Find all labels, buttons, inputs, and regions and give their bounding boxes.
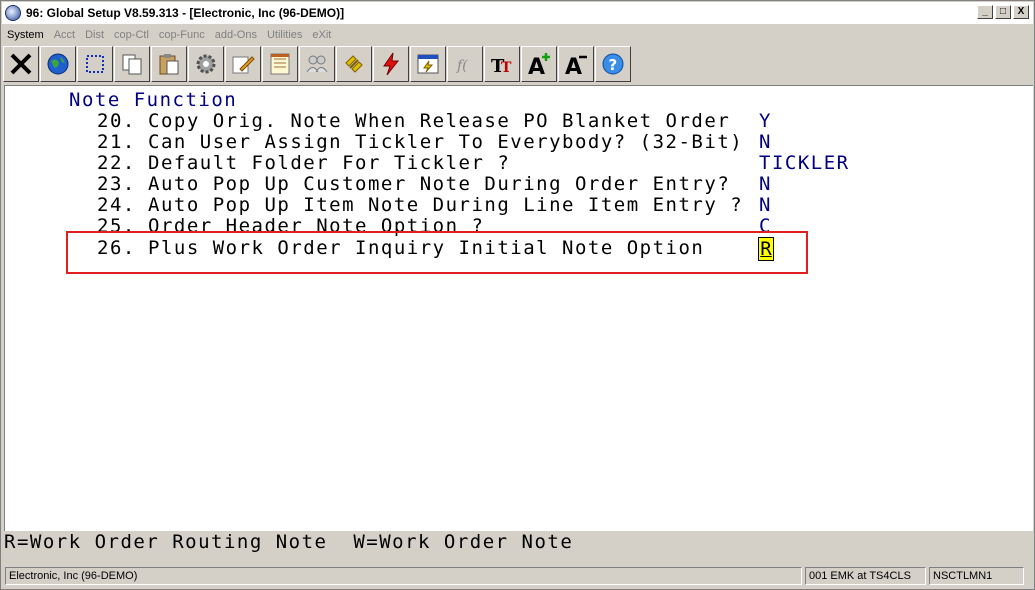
function-tool-button[interactable]: f(	[447, 46, 483, 82]
edit-icon	[232, 56, 255, 74]
option-value[interactable]: N	[759, 195, 772, 216]
close-button[interactable]: X	[1013, 5, 1029, 19]
settings-tool-button[interactable]	[188, 46, 224, 82]
font-increase-icon: A	[528, 53, 550, 77]
toolbar: f( TT A A ?	[3, 46, 631, 82]
menu-system[interactable]: System	[2, 29, 49, 41]
menu-dist[interactable]: Dist	[80, 29, 109, 41]
copy-tool-button[interactable]	[114, 46, 150, 82]
option-label: Can User Assign Tickler To Everybody? (3…	[148, 131, 744, 153]
hint-text: R=Work Order Routing Note W=Work Order N…	[4, 531, 574, 553]
active-input-field[interactable]: R	[758, 237, 774, 261]
status-program: NSCTLMN1	[929, 567, 1024, 585]
close-icon	[10, 53, 32, 75]
menu-add-ons[interactable]: add-Ons	[210, 29, 262, 41]
window-tool-button[interactable]	[410, 46, 446, 82]
status-company: Electronic, Inc (96-DEMO)	[5, 567, 802, 585]
maximize-button[interactable]: □	[995, 5, 1011, 19]
svg-text:A: A	[565, 55, 582, 77]
svg-text:?: ?	[609, 56, 618, 74]
close-tool-button[interactable]	[3, 46, 39, 82]
globe-tool-button[interactable]	[40, 46, 76, 82]
font-icon: TT	[491, 56, 512, 77]
title-bar[interactable]: 96: Global Setup V8.59.313 - [Electronic…	[2, 2, 1033, 24]
option-label: Default Folder For Tickler ?	[148, 152, 511, 174]
svg-text:A: A	[528, 55, 545, 77]
terminal-screen: Note Function 20. Copy Orig. Note When R…	[4, 85, 1033, 531]
users-icon	[306, 55, 328, 73]
notepad-icon	[270, 53, 290, 75]
option-label: Copy Orig. Note When Release PO Blanket …	[148, 110, 731, 132]
font-decrease-tool-button[interactable]: A	[558, 46, 594, 82]
paste-tool-button[interactable]	[151, 46, 187, 82]
menu-cop-ctl[interactable]: cop-Ctl	[109, 29, 154, 41]
status-bar: Electronic, Inc (96-DEMO) 001 EMK at TS4…	[2, 567, 1033, 588]
run-tool-button[interactable]	[373, 46, 409, 82]
option-num: 26.	[97, 237, 136, 259]
edit-tool-button[interactable]	[225, 46, 261, 82]
option-value[interactable]: N	[759, 132, 772, 153]
link-icon	[345, 55, 363, 73]
font-increase-tool-button[interactable]: A	[521, 46, 557, 82]
copy-icon	[122, 54, 142, 75]
help-tool-button[interactable]: ?	[595, 46, 631, 82]
menu-cop-func[interactable]: cop-Func	[154, 29, 210, 41]
svg-text:f(: f(	[456, 58, 468, 74]
status-session: 001 EMK at TS4CLS	[805, 567, 926, 585]
lightning-icon	[383, 52, 400, 76]
menu-bar: System Acct Dist cop-Ctl cop-Func add-On…	[2, 25, 1033, 44]
option-value[interactable]: N	[759, 174, 772, 195]
option-num: 24.	[97, 194, 136, 216]
globe-icon	[47, 53, 69, 75]
hint-bar: R=Work Order Routing Note W=Work Order N…	[2, 531, 1033, 563]
help-icon: ?	[602, 53, 624, 75]
window-title: 96: Global Setup V8.59.313 - [Electronic…	[26, 6, 345, 20]
option-value[interactable]: TICKLER	[759, 153, 850, 174]
link-tool-button[interactable]	[336, 46, 372, 82]
option-num: 20.	[97, 110, 136, 132]
function-icon: f(	[456, 58, 468, 74]
menu-acct[interactable]: Acct	[49, 29, 80, 41]
option-label: Auto Pop Up Item Note During Line Item E…	[148, 194, 744, 216]
select-icon	[86, 55, 104, 73]
menu-utilities[interactable]: Utilities	[262, 29, 307, 41]
notepad-tool-button[interactable]	[262, 46, 298, 82]
section-title: Note Function	[69, 89, 238, 111]
select-tool-button[interactable]	[77, 46, 113, 82]
app-window: 96: Global Setup V8.59.313 - [Electronic…	[0, 0, 1035, 590]
gear-icon	[196, 54, 216, 74]
option-num: 22.	[97, 152, 136, 174]
menu-exit[interactable]: eXit	[307, 29, 336, 41]
option-value[interactable]: Y	[759, 111, 772, 132]
font-decrease-icon: A	[565, 55, 587, 77]
paste-icon	[159, 54, 179, 75]
option-label: Plus Work Order Inquiry Initial Note Opt…	[148, 237, 705, 259]
option-num: 21.	[97, 131, 136, 153]
users-tool-button[interactable]	[299, 46, 335, 82]
svg-text:T: T	[501, 60, 512, 76]
option-label: Auto Pop Up Customer Note During Order E…	[148, 173, 731, 195]
window-icon	[417, 54, 439, 74]
font-tool-button[interactable]: TT	[484, 46, 520, 82]
minimize-button[interactable]: _	[977, 5, 993, 19]
app-icon	[5, 5, 21, 21]
option-num: 23.	[97, 173, 136, 195]
